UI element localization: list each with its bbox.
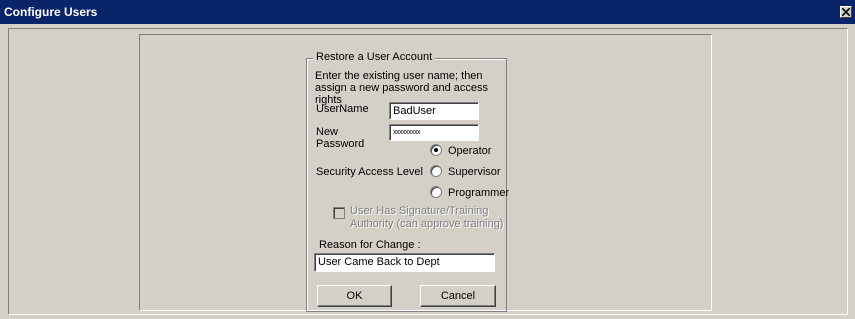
supervisor-radio[interactable] <box>430 165 442 177</box>
close-icon <box>842 8 850 16</box>
reason-label: Reason for Change : <box>319 239 421 251</box>
reason-input[interactable]: User Came Back to Dept <box>314 253 495 272</box>
operator-label: Operator <box>448 145 492 157</box>
groupbox-title: Restore a User Account <box>313 51 436 63</box>
close-button[interactable] <box>840 6 852 18</box>
programmer-label: Programmer <box>448 187 510 199</box>
window-title: Configure Users <box>4 5 98 19</box>
ok-button[interactable]: OK <box>317 285 392 307</box>
operator-radio[interactable] <box>430 144 442 156</box>
security-access-label: Security Access Level <box>316 166 423 178</box>
new-password-label-line2: Password <box>316 138 365 150</box>
username-label: UserName <box>316 103 369 115</box>
new-password-label-line1: New <box>316 126 339 138</box>
programmer-radio[interactable] <box>430 186 442 198</box>
new-password-input[interactable]: xxxxxxxxx <box>389 124 479 141</box>
title-bar: Configure Users <box>0 0 855 24</box>
signature-authority-checkbox[interactable] <box>333 207 345 219</box>
supervisor-label: Supervisor <box>448 166 501 178</box>
radio-selected-dot <box>434 148 438 152</box>
instructions-text: Enter the existing user name; then assig… <box>315 70 489 106</box>
signature-authority-label-line2: Authority (can approve training) <box>350 218 504 230</box>
signature-authority-label-line1: User Has Signature/Training <box>350 205 489 217</box>
cancel-button[interactable]: Cancel <box>420 285 496 307</box>
username-input[interactable]: BadUser <box>389 102 479 120</box>
